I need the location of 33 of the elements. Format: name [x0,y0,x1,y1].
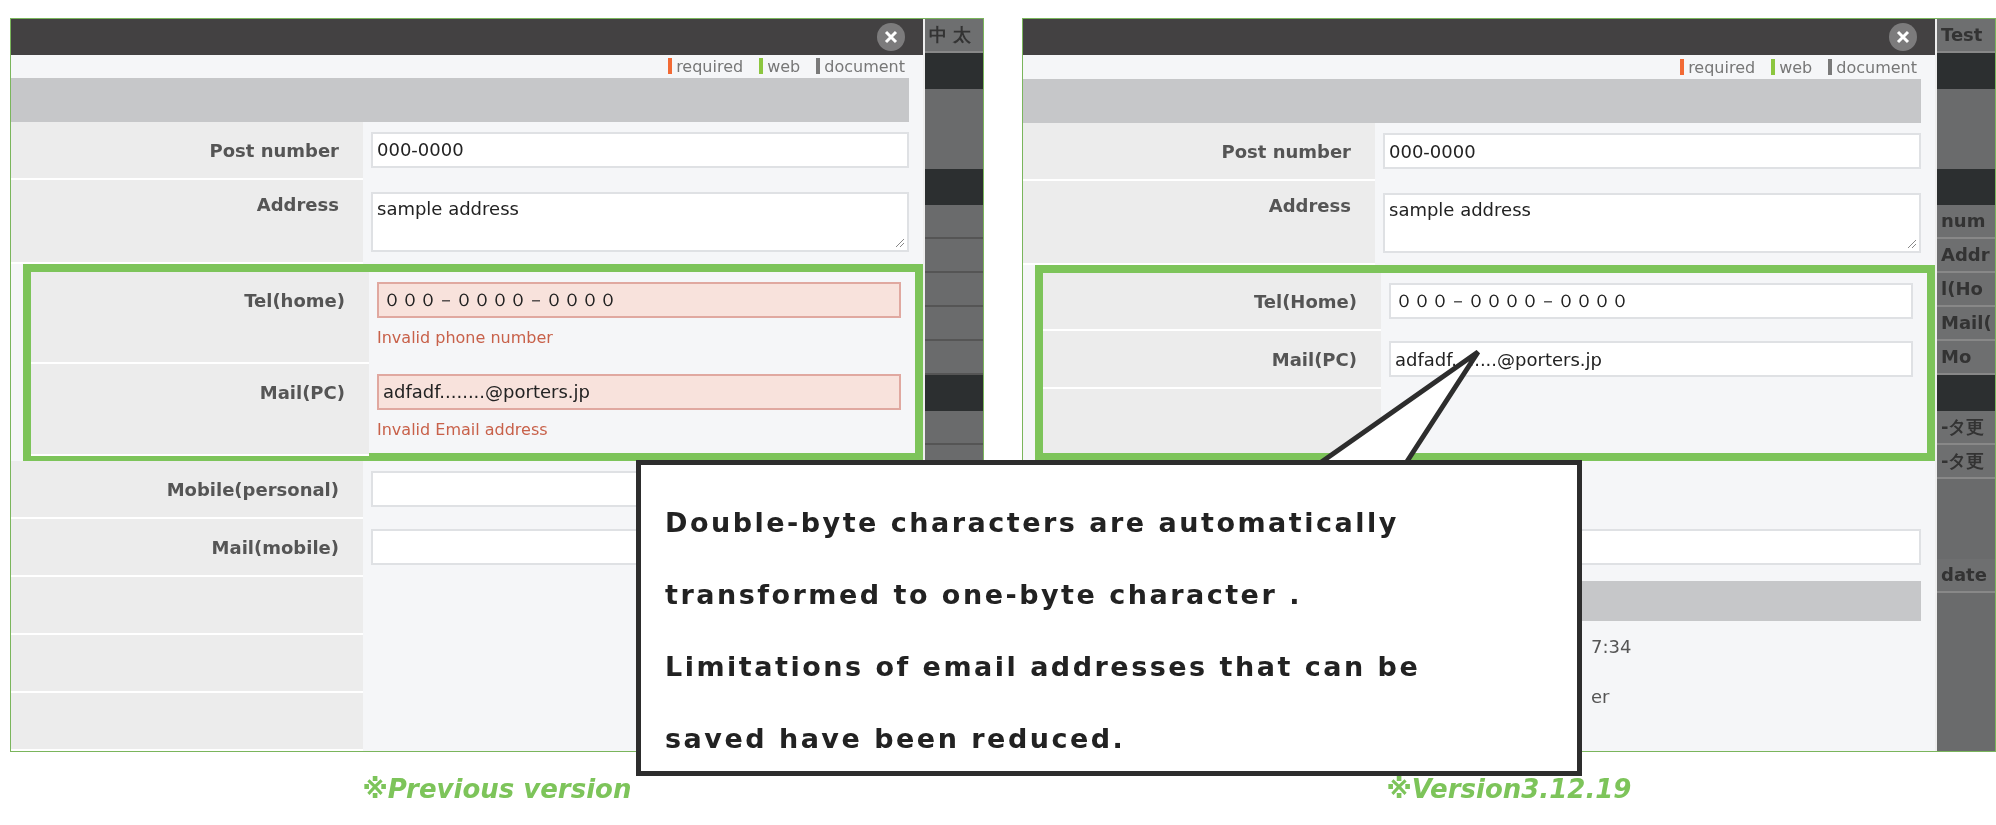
background-text: -タ更 [1937,411,1995,445]
error-message: Invalid phone number [377,327,554,347]
callout-text: Double-byte characters are automatically transformed to one-byte character . Limitations of email addresses that can be saved have been reduced. [665,506,1422,756]
field-label: Mail(PC) [259,381,345,403]
field-label: Mail(mobile) [211,537,339,558]
field-label: Post number [209,139,339,161]
background-text: Mail( [1937,307,1995,341]
field-label: Post number [1221,141,1351,162]
background-text: Addr [1937,239,1995,273]
legend-item: required [1680,57,1756,77]
legend-item: web [1771,57,1813,77]
background-text: num [1937,205,1995,239]
field-label: Address [256,193,339,215]
error-message: Invalid Email address [377,419,549,439]
background-text: -タ更 [1937,445,1995,479]
background-text: Test [1937,19,1995,53]
background-text: 中 太 [925,19,983,53]
background-text: Mo [1937,341,1995,375]
field-label: Tel(Home) [1253,291,1357,312]
legend-item: required [668,56,744,76]
meta-value: 7:34 [1591,635,1633,657]
legend-item: document [816,56,905,76]
meta-value: er [1591,685,1611,707]
legend-item: web [759,56,801,76]
background-text: l(Ho [1937,273,1995,307]
legend-item: document [1828,57,1917,77]
caption: ※Version3.12.19 [1386,774,1632,804]
field-label: Mobile(personal) [166,479,339,500]
field-label: Address [1268,195,1351,216]
field-label: Tel(home) [244,289,345,311]
field-label: Mail(PC) [1271,349,1357,370]
background-text: date [1937,559,1995,593]
caption: ※Previous version [362,774,632,804]
